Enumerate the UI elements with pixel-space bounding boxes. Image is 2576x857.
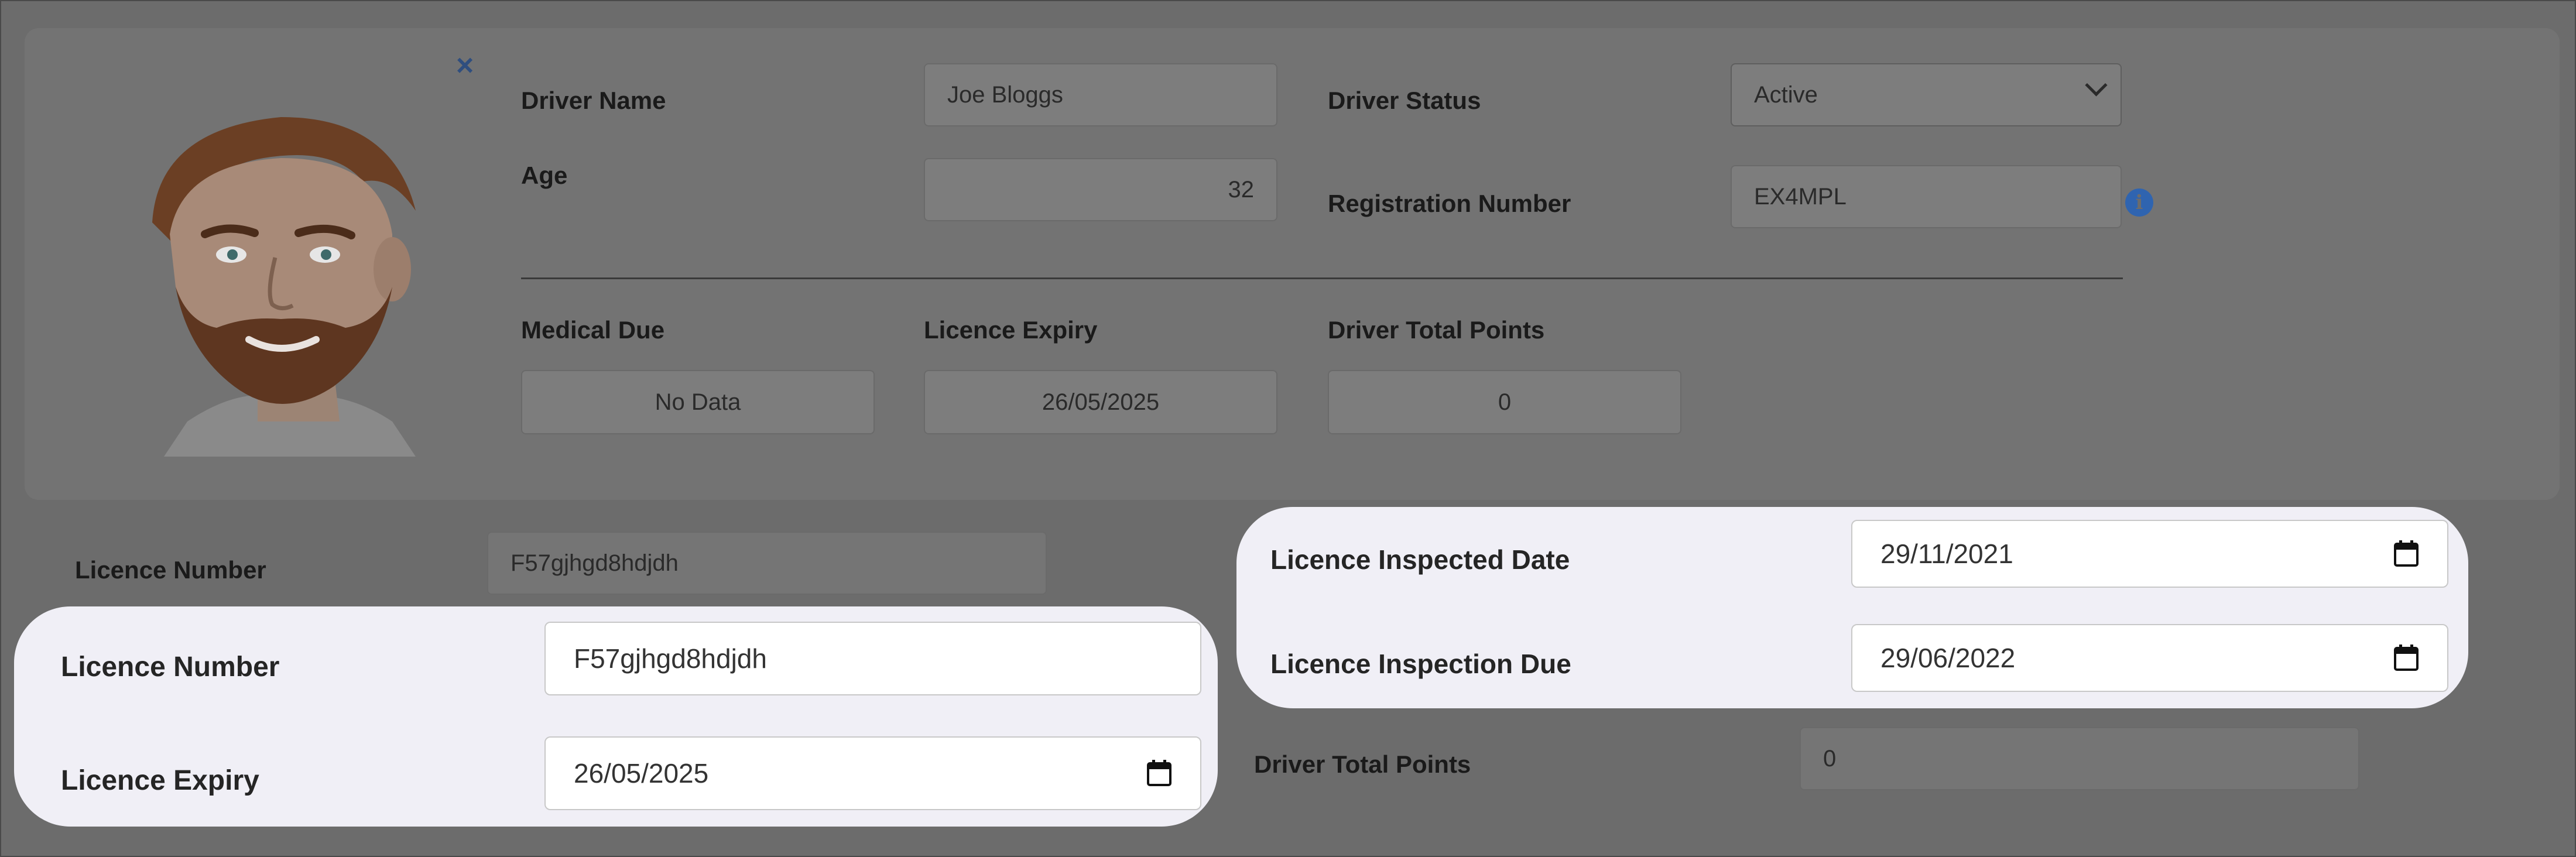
age-label: Age <box>521 162 568 189</box>
licence-number-input[interactable]: F57gjhgd8hdjdh <box>544 622 1201 695</box>
registration-number-field[interactable]: EX4MPL <box>1731 165 2122 228</box>
licence-inspection-due-input[interactable]: 29/06/2022 <box>1851 624 2448 692</box>
licence-expiry-label: Licence Expiry <box>61 765 259 796</box>
licence-inspection-due-value: 29/06/2022 <box>1880 643 2016 673</box>
licence-number-value: F57gjhgd8hdjdh <box>574 643 767 674</box>
licence-number-label: Licence Number <box>75 556 266 584</box>
calendar-icon[interactable] <box>2393 540 2419 567</box>
licence-number-field[interactable]: F57gjhgd8hdjdh <box>487 532 1047 595</box>
medical-due-field[interactable]: No Data <box>521 370 875 434</box>
registration-number-label: Registration Number <box>1328 190 1571 217</box>
licence-inspected-date-input[interactable]: 29/11/2021 <box>1851 520 2448 588</box>
licence-expiry-date-input[interactable]: 26/05/2025 <box>544 736 1201 810</box>
driver-total-points-label: Driver Total Points <box>1328 316 1545 344</box>
section-divider <box>521 277 2123 279</box>
chevron-down-icon <box>2085 74 2108 97</box>
close-icon[interactable]: × <box>448 49 481 82</box>
licence-expiry-label: Licence Expiry <box>924 316 1098 344</box>
driver-total-points-label: Driver Total Points <box>1254 750 1471 778</box>
kebab-menu-icon[interactable]: ⋮ <box>911 77 944 110</box>
driver-total-points-field[interactable]: 0 <box>1800 727 2359 790</box>
licence-number-label: Licence Number <box>61 652 280 683</box>
calendar-icon[interactable] <box>2393 645 2419 671</box>
medical-due-label: Medical Due <box>521 316 665 344</box>
driver-status-label: Driver Status <box>1328 87 1481 114</box>
licence-expiry-value: 26/05/2025 <box>574 758 709 789</box>
info-icon[interactable]: i <box>2125 188 2153 217</box>
licence-inspected-date-label: Licence Inspected Date <box>1270 544 1570 575</box>
age-field[interactable]: 32 <box>924 158 1277 221</box>
kebab-menu-icon[interactable]: ⋮ <box>1718 77 1751 110</box>
driver-total-points-field[interactable]: 0 <box>1328 370 1681 434</box>
licence-inspected-date-value: 29/11/2021 <box>1880 539 2013 569</box>
licence-inspection-due-label: Licence Inspection Due <box>1270 649 1571 679</box>
driver-name-field[interactable]: Joe Bloggs <box>924 63 1277 126</box>
driver-status-select[interactable]: Active <box>1731 63 2122 126</box>
driver-avatar <box>88 94 474 457</box>
calendar-icon[interactable] <box>1146 760 1172 787</box>
driver-status-value: Active <box>1754 81 1818 108</box>
licence-expiry-field[interactable]: 26/05/2025 <box>924 370 1277 434</box>
driver-name-label: Driver Name <box>521 87 666 114</box>
